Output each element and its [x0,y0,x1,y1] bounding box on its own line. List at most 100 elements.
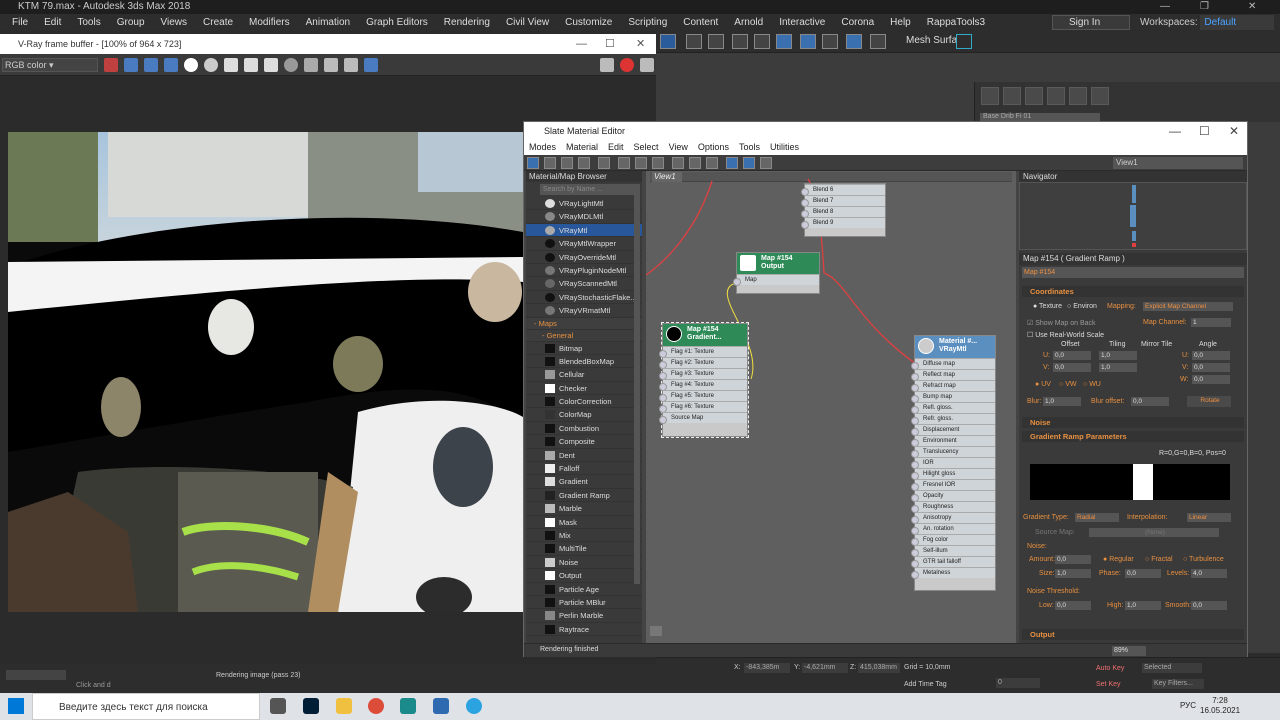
output-node[interactable]: Map #154 Output Map [733,252,820,294]
browser-map-item[interactable]: Output [526,569,642,583]
node-slot[interactable]: Opacity [911,490,995,502]
noise-rollout[interactable]: Noise [1022,417,1244,428]
3dsmax-icon[interactable] [400,698,416,714]
node-slot[interactable]: Blend 9 [801,217,885,229]
node-slot[interactable]: Flag #2: Texture [659,357,747,369]
max-menu-item[interactable]: Graph Editors [358,14,436,31]
v-angle-field[interactable]: 0,0 [1192,363,1230,372]
y-coord-field[interactable]: -4,621mm [802,663,848,673]
browser-material-item[interactable]: VRayLightMtl [526,197,642,211]
max-menu-item[interactable]: Group [109,14,153,31]
node-slot[interactable]: Refr. gloss. [911,413,995,425]
vfb-close-icon[interactable]: ✕ [636,34,645,54]
max-menu-item[interactable]: Edit [36,14,69,31]
track-mouse-icon[interactable] [284,58,298,72]
node-slot[interactable]: GTR tail falloff [911,556,995,568]
general-group-header[interactable]: - General [526,329,642,342]
node-slot[interactable]: Self-illum [911,545,995,557]
restore-icon[interactable]: ❐ [1200,0,1209,14]
browser-search-input[interactable]: Search by Name ... [540,184,640,195]
map-channel-field[interactable]: 1 [1191,318,1231,327]
max-menu-item[interactable]: Animation [298,14,358,31]
node-slot[interactable]: Flag #3: Texture [659,368,747,380]
max-menu-item[interactable]: Interactive [771,14,833,31]
coordinates-rollout[interactable]: Coordinates [1022,286,1244,297]
texture-radio[interactable]: ● Texture [1033,303,1062,310]
set-key-button[interactable]: Set Key [1096,681,1121,688]
task-view-icon[interactable] [270,698,286,714]
clock[interactable]: 7:28 16.05.2021 [1200,696,1240,716]
link-icon[interactable] [324,58,338,72]
browser-map-item[interactable]: Bitmap [526,341,642,355]
hierarchy-tab-icon[interactable] [1025,87,1043,105]
browser-map-item[interactable]: Mask [526,515,642,529]
curve-editor-icon[interactable] [732,34,748,49]
vfb-minimize-icon[interactable]: — [576,34,587,54]
browser-map-item[interactable]: BlendedBoxMap [526,354,642,369]
max-menu-item[interactable]: Customize [557,14,620,31]
max-menu-item[interactable]: RappaTools3 [919,14,993,31]
node-slot[interactable]: Refract map [911,380,995,392]
node-slot[interactable]: Translucency [911,446,995,458]
amount-field[interactable]: 0,0 [1055,555,1091,564]
uv-radio[interactable]: ● UV [1035,381,1051,388]
node-slot[interactable]: Fresnel IOR [911,479,995,491]
view-select[interactable]: View1 [1113,157,1243,169]
green-channel-icon[interactable] [124,58,138,72]
render-setup-icon[interactable] [800,34,816,49]
object-name-field[interactable]: Base Drib Fi 01 [980,113,1100,121]
browser-material-item[interactable]: VRayOverrideMtl [526,250,642,264]
sme-menu-item[interactable]: View [664,140,693,155]
browser-map-item[interactable]: Raytrace [526,622,642,637]
node-slot[interactable]: Bump map [911,391,995,403]
browser-map-item[interactable]: Combustion [526,421,642,436]
w-angle-field[interactable]: 0,0 [1192,375,1230,384]
max-menu-item[interactable]: Help [882,14,919,31]
telegram-icon[interactable] [466,698,482,714]
explorer-icon[interactable] [336,698,352,714]
white-circle-icon[interactable] [204,58,218,72]
language-indicator[interactable]: РУС [1180,701,1196,710]
browser-map-item[interactable]: Gradient Ramp [526,488,642,503]
assign-material-icon[interactable] [578,157,590,169]
max-menu-item[interactable]: Content [675,14,726,31]
node-slot[interactable]: Blend 6 [801,184,885,196]
browser-map-item[interactable]: Particle MBlur [526,595,642,610]
workspaces-value[interactable]: Default [1200,15,1275,30]
node-slot[interactable]: Metalness [911,567,995,579]
show-background-icon[interactable] [672,157,684,169]
refresh-icon[interactable] [956,34,972,49]
browser-map-item[interactable]: Marble [526,502,642,516]
u-tiling-field[interactable]: 1,0 [1099,351,1137,360]
node-slot[interactable]: Blend 7 [801,195,885,207]
browser-map-item[interactable]: Gradient [526,475,642,489]
map-name-field[interactable]: Map #154 [1022,267,1244,278]
zoom-field[interactable]: 89% [1112,646,1146,656]
render-frame-icon[interactable] [822,34,838,49]
node-slot[interactable]: Environment [911,435,995,447]
add-time-tag[interactable]: Add Time Tag [904,681,947,688]
browser-material-item[interactable]: VRayStochasticFlake... [526,290,642,305]
save-image-icon[interactable] [224,58,238,72]
modify-tab-icon[interactable] [1003,87,1021,105]
sme-menu-item[interactable]: Select [629,140,664,155]
blur-offset-field[interactable]: 0,0 [1131,397,1169,406]
environ-radio[interactable]: ○ Environ [1067,303,1097,310]
pick-material-icon[interactable] [544,157,556,169]
node-slot[interactable]: Source Map [659,412,747,424]
max-menu-item[interactable]: Rendering [436,14,498,31]
vraymtl-node-header[interactable]: Material #... VRayMtl [915,336,995,358]
source-map-button[interactable]: (None) [1089,528,1219,537]
node-slot[interactable]: IOR [911,457,995,469]
sme-menu-item[interactable]: Edit [603,140,629,155]
gradient-ramp-node[interactable]: Map #154 Gradient... Flag #1: Texture Fla… [659,322,749,438]
sme-menu-item[interactable]: Utilities [765,140,804,155]
max-menu-item[interactable]: Modifiers [241,14,298,31]
u-offset-field[interactable]: 0,0 [1053,351,1091,360]
browser-map-item[interactable]: MultiTile [526,542,642,556]
photos-icon[interactable] [433,698,449,714]
motion-tab-icon[interactable] [1047,87,1065,105]
u-angle-field[interactable]: 0,0 [1192,351,1230,360]
node-slot[interactable]: Flag #6: Texture [659,401,747,413]
close-icon[interactable]: ✕ [1248,0,1256,14]
